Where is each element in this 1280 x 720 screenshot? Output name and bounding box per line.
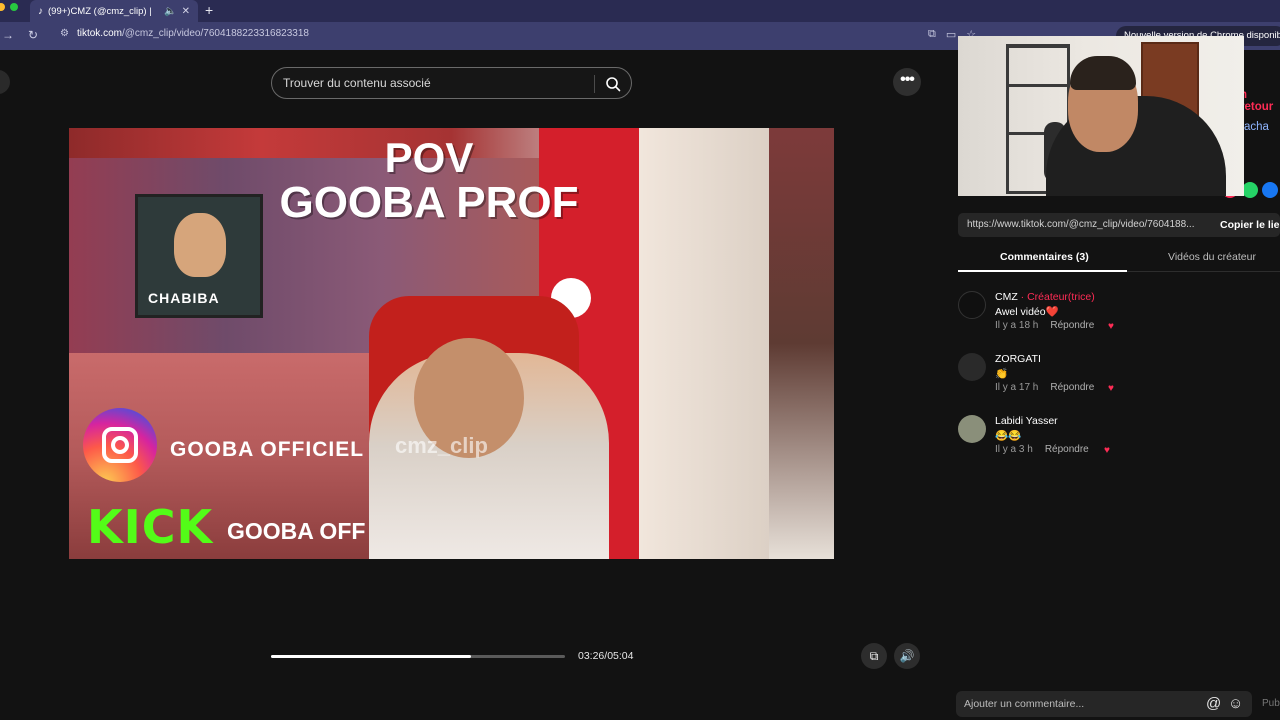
comment-text: 👏 (995, 368, 1009, 380)
translate-icon[interactable]: ⧉ (928, 28, 936, 41)
cast-icon[interactable]: ▭ (946, 28, 956, 41)
url-domain: tiktok.com (76, 28, 122, 39)
comments-tabs: Commentaires (3) Vidéos du créateur (958, 250, 1280, 272)
mention-icon[interactable]: @ (1206, 695, 1221, 712)
comment-time: Il y a 18 h (995, 320, 1039, 331)
comment-meta: Il y a 18 h Répondre (995, 320, 1094, 331)
share-link-box: https://www.tiktok.com/@cmz_clip/video/7… (958, 213, 1280, 237)
site-settings-icon[interactable]: ⚙ (60, 28, 69, 39)
comment-author[interactable]: Labidi Yasser (995, 415, 1058, 427)
video-watermark: cmz_clip (395, 433, 488, 458)
emoji-icon[interactable]: ☺ (1228, 695, 1243, 712)
video-player[interactable]: CHABIBA POV GOOBA PROF GOOBA OFFICIEL cm… (69, 128, 834, 559)
comment-author[interactable]: ZORGATI (995, 353, 1041, 365)
reply-button[interactable]: Répondre (1050, 320, 1094, 331)
comment-meta: Il y a 17 h Répondre (995, 382, 1094, 393)
browser-tab[interactable]: ♪ (99+)CMZ (@cmz_clip) | 🔈 ✕ (30, 0, 198, 22)
reload-icon[interactable]: ↻ (28, 28, 38, 42)
share-link-url[interactable]: https://www.tiktok.com/@cmz_clip/video/7… (967, 219, 1194, 230)
reply-button[interactable]: Répondre (1050, 382, 1094, 393)
tab-title: (99+)CMZ (@cmz_clip) | (48, 5, 152, 17)
comment-input[interactable]: Ajouter un commentaire... (964, 698, 1084, 710)
poster-caption: CHABIBA (148, 290, 220, 306)
comment-time: Il y a 3 h (995, 444, 1033, 455)
comment-author[interactable]: CMZ (995, 291, 1018, 303)
comment-item: Labidi Yasser 😂😂 Il y a 3 h Répondre ♥ (958, 415, 1258, 471)
webcam-overlay (958, 36, 1244, 196)
tab-comments[interactable]: Commentaires (3) (1000, 251, 1089, 263)
comment-item: ZORGATI 👏 Il y a 17 h Répondre ♥ (958, 353, 1258, 409)
whatsapp-icon[interactable] (1242, 182, 1258, 198)
more-options-button[interactable]: ••• (893, 68, 921, 96)
search-bar[interactable]: Trouver du contenu associé (271, 67, 632, 99)
instagram-handle: GOOBA OFFICIEL (170, 438, 365, 461)
browser-tab-bar: ♪ (99+)CMZ (@cmz_clip) | 🔈 ✕ + (0, 0, 1280, 22)
url-path: /@cmz_clip/video/7604188223316823318 (121, 28, 309, 39)
video-timecode: 03:26/05:04 (578, 650, 634, 662)
publish-button[interactable]: Pub (1262, 698, 1280, 709)
like-heart-icon[interactable]: ♥ (1104, 445, 1116, 456)
tiktok-icon: ♪ (38, 5, 43, 17)
creator-badge: · Créateur(trice) (1017, 291, 1095, 303)
window-minimize-dot[interactable] (0, 3, 5, 11)
comment-author-line: ZORGATI (995, 353, 1041, 365)
progress-fill (271, 655, 471, 658)
instagram-icon (83, 408, 157, 482)
url-field[interactable]: ⚙ tiktok.com/@cmz_clip/video/76041882233… (60, 28, 309, 39)
like-heart-icon[interactable]: ♥ (1108, 321, 1120, 332)
search-divider (594, 75, 595, 93)
comment-text: Awel vidéo❤️ (995, 306, 1059, 318)
like-heart-icon[interactable]: ♥ (1108, 383, 1120, 394)
avatar[interactable] (958, 415, 986, 443)
partial-link-retour[interactable]: n retour (1240, 89, 1280, 113)
tab-audio-icon[interactable]: 🔈 (164, 6, 176, 17)
kick-handle: GOOBA OFF (227, 518, 366, 544)
facebook-icon[interactable] (1262, 182, 1278, 198)
forward-icon[interactable]: → (2, 28, 14, 42)
comment-meta: Il y a 3 h Répondre (995, 444, 1089, 455)
new-tab-button[interactable]: + (205, 2, 213, 18)
comment-time: Il y a 17 h (995, 382, 1039, 393)
back-button[interactable] (0, 70, 10, 94)
volume-icon[interactable]: 🔊 (894, 643, 920, 669)
search-input[interactable]: Trouver du contenu associé (283, 76, 431, 90)
comment-bar: Ajouter un commentaire... @ ☺ (956, 691, 1252, 717)
avatar[interactable] (958, 353, 986, 381)
tab-creator-videos[interactable]: Vidéos du créateur (1168, 251, 1256, 263)
search-icon[interactable] (605, 76, 621, 92)
comment-item: CMZ · Créateur(trice) Awel vidéo❤️ Il y … (958, 291, 1258, 347)
active-tab-underline (958, 270, 1127, 272)
kick-logo: KICK (87, 500, 214, 554)
copy-link-button[interactable]: Copier le lien (1220, 219, 1280, 231)
partial-text-acha: acha (1244, 121, 1269, 133)
comment-author-line: Labidi Yasser (995, 415, 1058, 427)
video-title-line1: POV (384, 134, 474, 181)
avatar[interactable] (958, 291, 986, 319)
comment-text: 😂😂 (995, 430, 1022, 442)
pip-icon[interactable]: ⧉ (861, 643, 887, 669)
window-zoom-dot[interactable] (10, 3, 18, 11)
video-title-line2: GOOBA PROF (279, 178, 579, 227)
comment-author-line: CMZ · Créateur(trice) (995, 291, 1095, 303)
tab-close-icon[interactable]: ✕ (182, 6, 190, 17)
reply-button[interactable]: Répondre (1045, 444, 1089, 455)
video-progress-bar[interactable] (271, 655, 565, 658)
